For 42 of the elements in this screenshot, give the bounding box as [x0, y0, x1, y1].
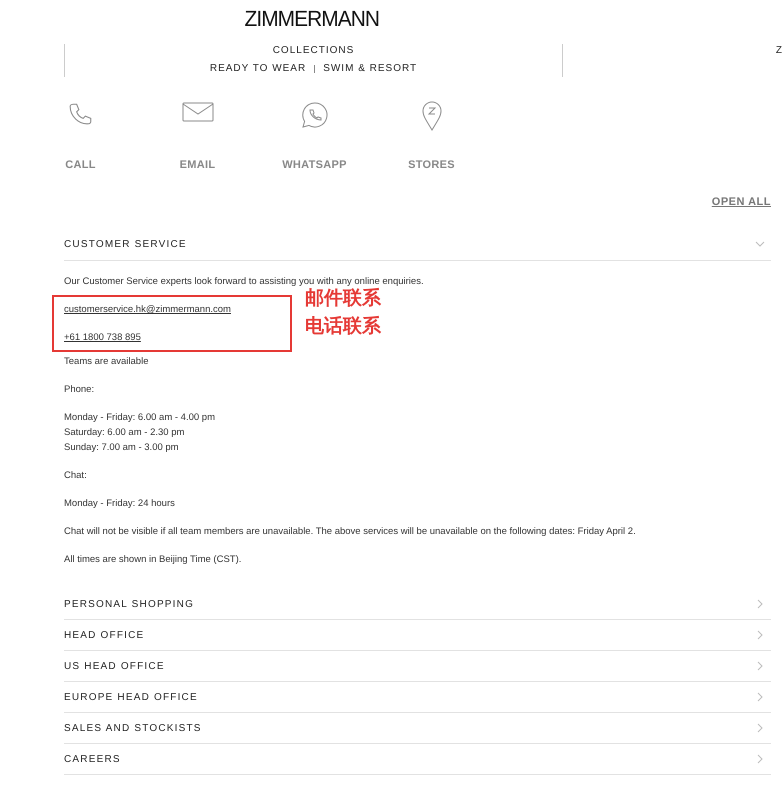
info-text: Teams are available [64, 355, 150, 369]
nav-link[interactable]: READY TO WEAR [210, 62, 306, 76]
chevron-down-icon [755, 239, 765, 249]
info-text: Phone: [64, 383, 96, 397]
chevron-right-icon [755, 723, 765, 733]
info-text: Chat: [64, 469, 88, 483]
contact-link[interactable]: +61 1800 738 895 [64, 330, 290, 345]
chevron-right-icon [755, 599, 765, 609]
nav-heading[interactable]: Z [776, 44, 783, 58]
info-text: Monday - Friday: 6.00 am - 4.00 pm [64, 411, 216, 425]
envelope-icon [182, 101, 214, 123]
accordion-header[interactable]: HEAD OFFICE [64, 620, 771, 650]
chevron-right-icon [755, 754, 765, 764]
open-all-link[interactable]: OPEN ALL [712, 194, 771, 210]
info-text: Saturday: 6.00 am - 2.30 pm [64, 426, 186, 440]
contact-option[interactable]: CALL [65, 157, 96, 174]
chevron-right-icon [755, 661, 765, 671]
info-text: All times are shown in Beijing Time (CST). [64, 553, 242, 567]
accordion-header[interactable]: EUROPE HEAD OFFICE [64, 682, 771, 712]
accordion-header[interactable]: CAREERS [64, 744, 771, 774]
nav-heading[interactable]: COLLECTIONS [272, 44, 354, 58]
annotation-label: 电话联系 [305, 314, 381, 339]
accordion-header[interactable]: SALES AND STOCKISTS [64, 713, 771, 743]
contact-link[interactable]: customerservice.hk@zimmermann.com [64, 302, 290, 317]
accordion-header[interactable]: PERSONAL SHOPPING [64, 589, 771, 619]
info-text: Monday - Friday: 24 hours [64, 497, 176, 511]
chevron-right-icon [755, 630, 765, 640]
accordion-header[interactable]: CUSTOMER SERVICE [64, 230, 771, 260]
annotation-label: 邮件联系 [305, 286, 381, 311]
contact-option[interactable]: STORES [408, 157, 455, 174]
contact-option[interactable]: EMAIL [180, 157, 216, 174]
nav-link[interactable]: SWIM & RESORT [323, 62, 418, 76]
phone-icon [68, 101, 94, 127]
contact-option[interactable]: WHATSAPP [282, 157, 347, 174]
accordion-header[interactable]: US HEAD OFFICE [64, 651, 771, 681]
chevron-right-icon [755, 692, 765, 702]
chat-phone-icon [300, 101, 328, 129]
brand-logo[interactable]: ZIMMERMANN [244, 6, 380, 32]
map-pin-icon [422, 101, 442, 131]
info-text: Sunday: 7.00 am - 3.00 pm [64, 441, 180, 455]
info-text: Chat will not be visible if all team members are unavailable. The above services will be unavailable on the following dates: Friday April 2. [64, 525, 637, 539]
intro-text: Our Customer Service experts look forward to assisting you with any online enquiries. [64, 275, 425, 288]
